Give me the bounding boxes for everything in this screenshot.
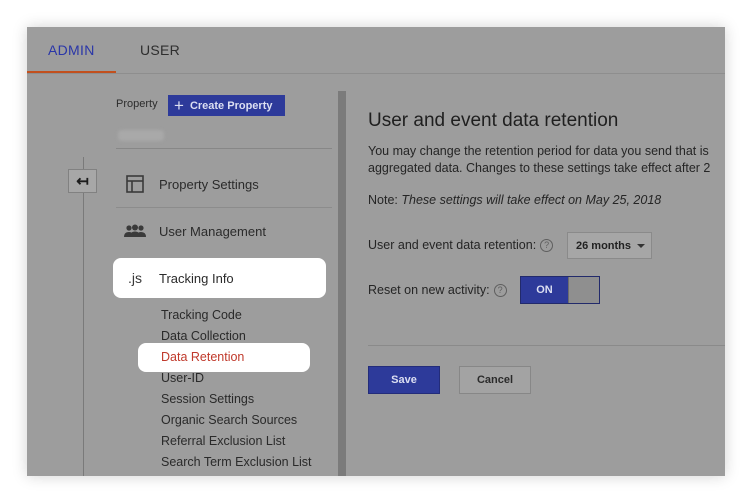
admin-panel: ADMIN USER ↤ Property + Create Property …	[27, 27, 725, 476]
chevron-down-icon	[637, 243, 646, 248]
reset-on-activity-toggle[interactable]: ON	[520, 276, 600, 304]
property-divider	[116, 148, 332, 149]
tab-divider	[27, 73, 725, 74]
property-selector-redacted[interactable]	[118, 130, 164, 141]
menu-item-user-management[interactable]: User Management	[124, 219, 266, 243]
create-property-label: Create Property	[189, 99, 273, 112]
help-icon[interactable]: ?	[493, 283, 507, 297]
sub-item-session-settings[interactable]: Session Settings	[161, 392, 254, 406]
retention-description: You may change the retention period for …	[368, 143, 725, 177]
plus-icon: +	[174, 96, 184, 115]
menu-divider	[116, 207, 332, 208]
property-label: Property	[116, 98, 158, 110]
settings-note: Note: These settings will take effect on…	[368, 193, 661, 207]
panel-divider	[368, 345, 725, 346]
rail-line	[83, 157, 84, 476]
reset-label: Reset on new activity:	[368, 283, 490, 297]
reset-row: Reset on new activity: ?	[368, 283, 507, 297]
cancel-button[interactable]: Cancel	[459, 366, 531, 394]
people-icon	[124, 221, 146, 241]
layout-icon	[124, 174, 146, 194]
sub-item-user-id[interactable]: User-ID	[161, 371, 204, 385]
toggle-on-label: ON	[521, 277, 568, 303]
sub-item-search-term-exclusion-list[interactable]: Search Term Exclusion List	[161, 455, 312, 469]
retention-label: User and event data retention:	[368, 238, 537, 252]
back-button[interactable]: ↤	[68, 169, 97, 193]
retention-period-select[interactable]: 26 months	[567, 232, 652, 259]
js-icon: .js	[128, 270, 142, 286]
tab-admin[interactable]: ADMIN	[48, 42, 95, 58]
menu-label-property-settings: Property Settings	[159, 176, 259, 192]
create-property-button[interactable]: + Create Property	[168, 95, 285, 116]
note-text: These settings will take effect on May 2…	[401, 193, 662, 207]
menu-item-property-settings[interactable]: Property Settings	[124, 172, 259, 196]
menu-label-user-management: User Management	[159, 223, 266, 239]
note-prefix: Note:	[368, 193, 402, 207]
sub-item-organic-search-sources[interactable]: Organic Search Sources	[161, 413, 297, 427]
save-button[interactable]: Save	[368, 366, 440, 394]
toggle-knob	[568, 277, 599, 303]
menu-scrollbar[interactable]	[338, 91, 346, 476]
retention-period-value: 26 months	[576, 239, 632, 252]
help-icon[interactable]: ?	[540, 238, 554, 252]
sub-item-data-retention[interactable]: Data Retention	[161, 350, 244, 364]
sub-item-data-collection[interactable]: Data Collection	[161, 329, 246, 343]
description-line-1: You may change the retention period for …	[368, 144, 709, 158]
tab-user[interactable]: USER	[140, 42, 180, 58]
retention-row: User and event data retention: ?	[368, 238, 554, 252]
back-arrow-icon: ↤	[76, 173, 89, 190]
sub-item-referral-exclusion-list[interactable]: Referral Exclusion List	[161, 434, 285, 448]
description-line-2: aggregated data. Changes to these settin…	[368, 161, 711, 175]
sub-item-tracking-code[interactable]: Tracking Code	[161, 308, 242, 322]
page-title: User and event data retention	[368, 110, 619, 131]
menu-label-tracking-info: Tracking Info	[159, 270, 234, 286]
menu-item-tracking-info[interactable]: .js Tracking Info	[124, 266, 234, 290]
tab-bar: ADMIN USER	[27, 27, 725, 74]
